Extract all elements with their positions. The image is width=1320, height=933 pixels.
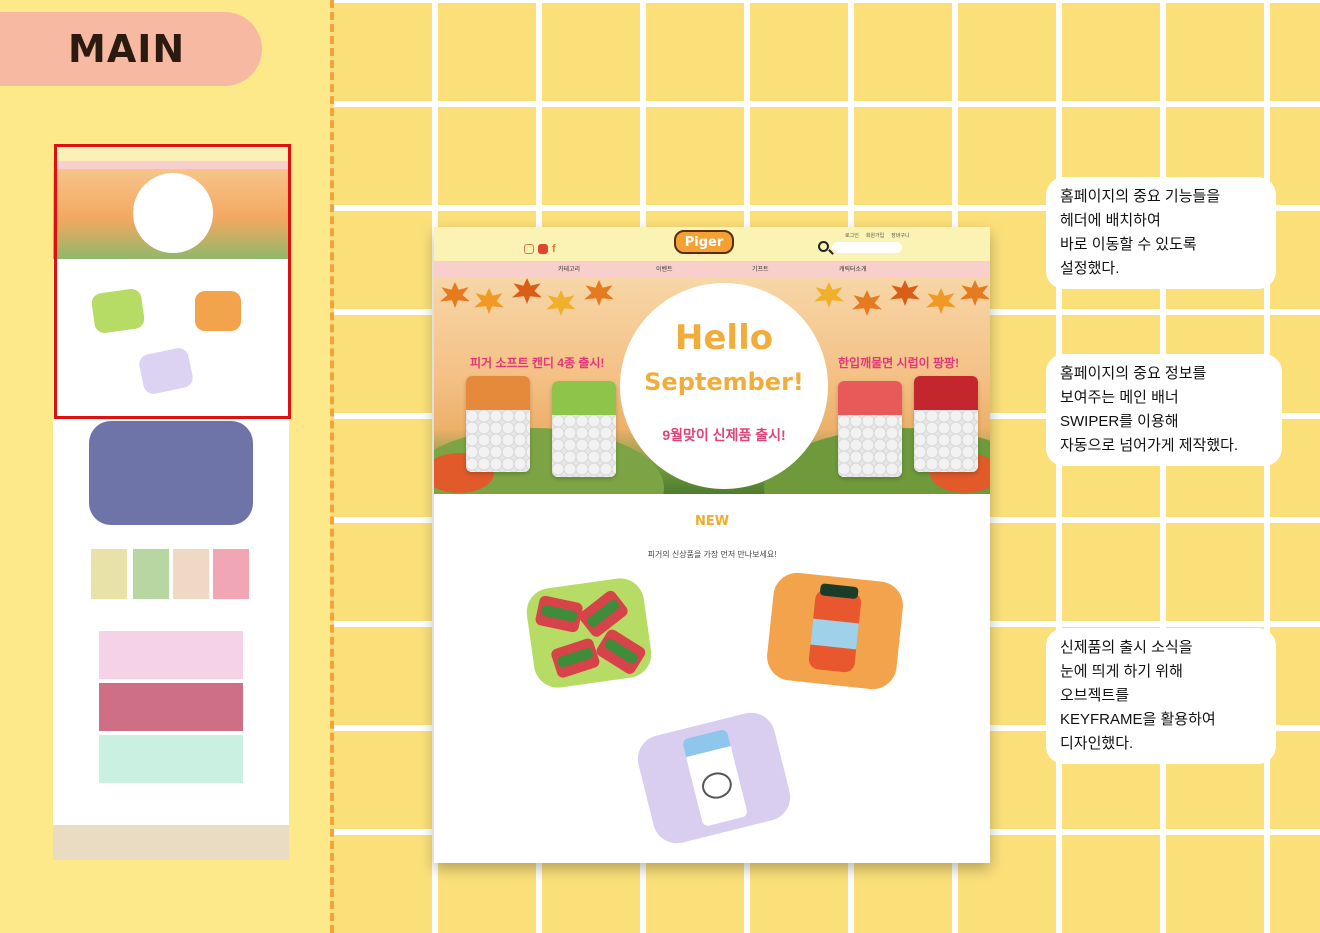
note-banner: 홈페이지의 중요 정보를 보여주는 메인 배너 SWIPER를 이용해 자동으로… bbox=[1046, 354, 1282, 466]
banner-september: September! bbox=[644, 368, 804, 396]
social-links: f bbox=[524, 244, 562, 255]
note-line: 자동으로 넘어가게 제작했다. bbox=[1060, 437, 1239, 454]
note-line: 신제품의 출시 소식을 bbox=[1060, 639, 1193, 656]
section-label-pill: MAIN bbox=[0, 12, 262, 86]
candy-box-cherry bbox=[914, 376, 978, 472]
thumb-event-section bbox=[53, 619, 289, 787]
new-section-description: 피거의 신상품을 가장 먼저 만나보세요! bbox=[647, 550, 777, 559]
new-product-card-candy[interactable] bbox=[523, 575, 655, 691]
note-line: 홈페이지의 중요 기능들을 bbox=[1060, 188, 1221, 205]
banner-left-caption: 피거 소프트 캔디 4종 출시! bbox=[470, 356, 605, 370]
banner-subtitle: 9월맞이 신제품 출시! bbox=[662, 427, 786, 443]
note-line: SWIPER를 이용해 bbox=[1060, 413, 1179, 430]
thumb-character-stage bbox=[53, 409, 289, 529]
note-header: 홈페이지의 중요 기능들을 헤더에 배치하여 바로 이동할 수 있도록 설정했다… bbox=[1046, 177, 1276, 289]
cart-link[interactable]: 장바구니 bbox=[891, 232, 909, 239]
note-line: 홈페이지의 중요 정보를 bbox=[1060, 365, 1207, 382]
site-header: f Piger 로그인 회원가입 장바구니 bbox=[434, 227, 990, 261]
note-new-section: 신제품의 출시 소식을 눈에 띄게 하기 위해 오브젝트를 KEYFRAME을 … bbox=[1046, 628, 1276, 764]
left-panel: MAIN bbox=[0, 0, 330, 933]
candy-box-green bbox=[552, 381, 616, 477]
search-icon[interactable] bbox=[818, 241, 829, 252]
site-logo[interactable]: Piger bbox=[674, 230, 734, 254]
section-label: MAIN bbox=[68, 27, 186, 71]
note-line: 보여주는 메인 배너 bbox=[1060, 389, 1179, 406]
note-line: 설정했다. bbox=[1060, 260, 1120, 277]
banner-hello: Hello bbox=[674, 318, 774, 358]
new-section-title: NEW bbox=[694, 514, 730, 529]
search-input[interactable] bbox=[832, 242, 902, 253]
logo-text: Piger bbox=[684, 234, 724, 250]
candy-box-grapefruit bbox=[838, 381, 902, 477]
new-product-card-jar[interactable] bbox=[764, 570, 906, 692]
highlight-frame bbox=[54, 144, 291, 419]
instagram-icon[interactable] bbox=[524, 244, 534, 254]
thumb-best-section bbox=[53, 529, 289, 619]
nav-item-gift[interactable]: 기프트 bbox=[752, 264, 769, 273]
new-product-card-pack[interactable] bbox=[632, 707, 796, 849]
youtube-icon[interactable] bbox=[538, 244, 548, 254]
main-banner[interactable]: 피거 소프트 캔디 4종 출시! 한입깨물면 시럽이 팡팡! Hello Sep… bbox=[434, 278, 990, 494]
note-line: 오브젝트를 bbox=[1060, 687, 1130, 704]
util-links: 로그인 회원가입 장바구니 bbox=[845, 232, 910, 239]
nav-item-character[interactable]: 캐릭터소개 bbox=[839, 264, 867, 273]
note-line: 디자인했다. bbox=[1060, 735, 1134, 752]
thumb-footer bbox=[53, 825, 289, 860]
nav-item-category[interactable]: 카테고리 bbox=[558, 264, 580, 273]
candy-box-orange bbox=[466, 376, 530, 472]
note-line: KEYFRAME을 활용하여 bbox=[1060, 711, 1216, 728]
nav-item-event[interactable]: 이벤트 bbox=[656, 264, 673, 273]
banner-right-caption: 한입깨물면 시럽이 팡팡! bbox=[838, 356, 960, 370]
website-mockup: f Piger 로그인 회원가입 장바구니 카테고리 이벤트 기프트 캐릭터소개 bbox=[434, 227, 990, 863]
note-line: 눈에 띄게 하기 위해 bbox=[1060, 663, 1183, 680]
site-nav: 카테고리 이벤트 기프트 캐릭터소개 bbox=[434, 261, 990, 278]
login-link[interactable]: 로그인 bbox=[845, 232, 859, 239]
facebook-icon[interactable]: f bbox=[552, 244, 562, 255]
signup-link[interactable]: 회원가입 bbox=[866, 232, 884, 239]
note-line: 헤더에 배치하여 bbox=[1060, 212, 1161, 229]
note-line: 바로 이동할 수 있도록 bbox=[1060, 236, 1197, 253]
